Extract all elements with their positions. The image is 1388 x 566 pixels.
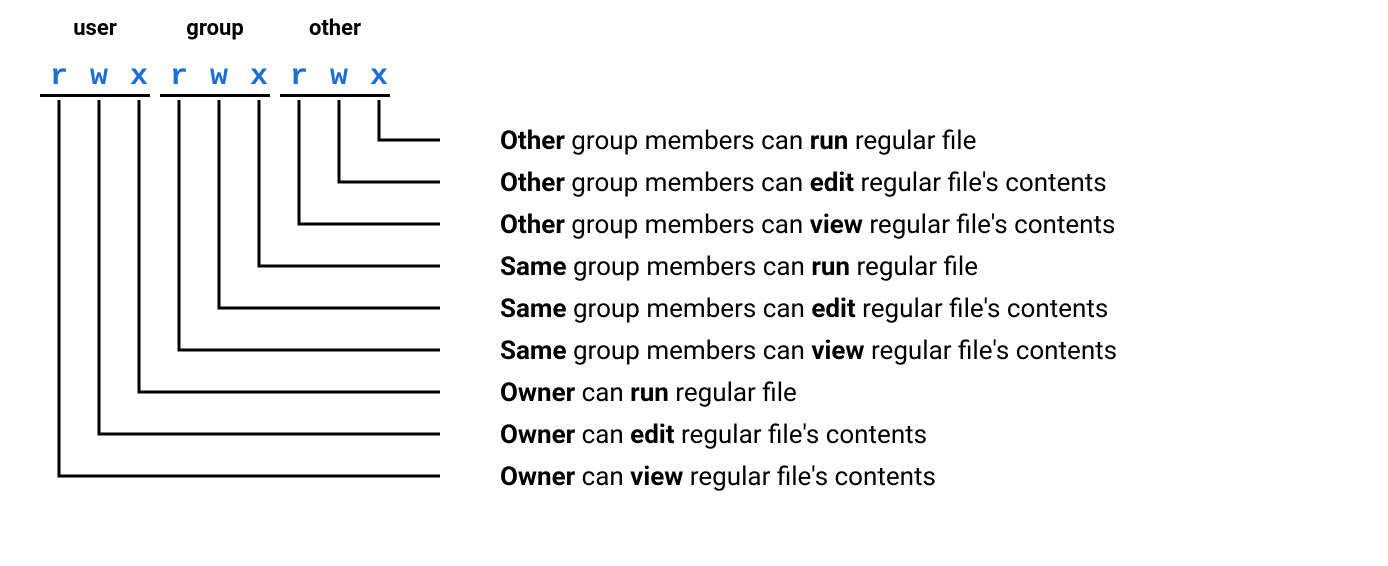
desc-mid: group members can xyxy=(567,294,812,324)
desc-tail: regular file's contents xyxy=(683,462,936,492)
desc-mid: can xyxy=(575,420,630,450)
desc-tail: regular file's contents xyxy=(865,336,1118,366)
desc-subject: Same xyxy=(500,336,567,366)
desc-row-5: Same group members can view regular file… xyxy=(500,338,1117,364)
desc-action: view xyxy=(810,210,863,240)
desc-tail: regular file's contents xyxy=(856,294,1109,324)
underline-group xyxy=(160,94,270,97)
desc-subject: Same xyxy=(500,294,567,324)
perm-other-x: x xyxy=(364,60,394,94)
desc-action: run xyxy=(811,252,850,282)
perm-group-r: r xyxy=(164,60,194,94)
underline-other xyxy=(280,94,390,97)
desc-tail: regular file xyxy=(669,378,797,408)
perm-user-x: x xyxy=(124,60,154,94)
desc-row-1: Other group members can edit regular fil… xyxy=(500,170,1107,196)
perm-user-w: w xyxy=(84,60,114,94)
desc-tail: regular file's contents xyxy=(854,168,1107,198)
perm-other-w: w xyxy=(324,60,354,94)
desc-row-8: Owner can view regular file's contents xyxy=(500,464,936,490)
desc-mid: group members can xyxy=(565,210,810,240)
underline-user xyxy=(40,94,150,97)
desc-subject: Same xyxy=(500,252,567,282)
desc-mid: group members can xyxy=(567,336,812,366)
desc-subject: Owner xyxy=(500,420,575,450)
desc-tail: regular file xyxy=(848,126,976,156)
desc-row-3: Same group members can run regular file xyxy=(500,254,978,280)
header-group: group xyxy=(165,16,265,41)
desc-row-2: Other group members can view regular fil… xyxy=(500,212,1115,238)
desc-action: run xyxy=(810,126,849,156)
desc-row-6: Owner can run regular file xyxy=(500,380,797,406)
perm-group-w: w xyxy=(204,60,234,94)
desc-subject: Owner xyxy=(500,462,575,492)
desc-subject: Other xyxy=(500,168,565,198)
perm-other-r: r xyxy=(284,60,314,94)
desc-mid: group members can xyxy=(565,168,810,198)
desc-mid: group members can xyxy=(567,252,812,282)
desc-action: run xyxy=(630,378,669,408)
desc-mid: can xyxy=(575,462,630,492)
desc-row-4: Same group members can edit regular file… xyxy=(500,296,1108,322)
desc-subject: Other xyxy=(500,126,565,156)
desc-action: edit xyxy=(810,168,854,198)
perm-user-r: r xyxy=(44,60,74,94)
header-user: user xyxy=(45,16,145,41)
desc-mid: group members can xyxy=(565,126,810,156)
desc-action: view xyxy=(811,336,864,366)
desc-action: edit xyxy=(630,420,674,450)
permissions-diagram: user group other r w x r w x r w x Other… xyxy=(0,0,1388,566)
desc-action: view xyxy=(630,462,683,492)
desc-tail: regular file's contents xyxy=(675,420,928,450)
desc-subject: Other xyxy=(500,210,565,240)
perm-group-x: x xyxy=(244,60,274,94)
desc-row-0: Other group members can run regular file xyxy=(500,128,976,154)
desc-mid: can xyxy=(575,378,630,408)
desc-row-7: Owner can edit regular file's contents xyxy=(500,422,927,448)
desc-tail: regular file's contents xyxy=(863,210,1116,240)
desc-subject: Owner xyxy=(500,378,575,408)
desc-action: edit xyxy=(811,294,855,324)
desc-tail: regular file xyxy=(850,252,978,282)
header-other: other xyxy=(285,16,385,41)
